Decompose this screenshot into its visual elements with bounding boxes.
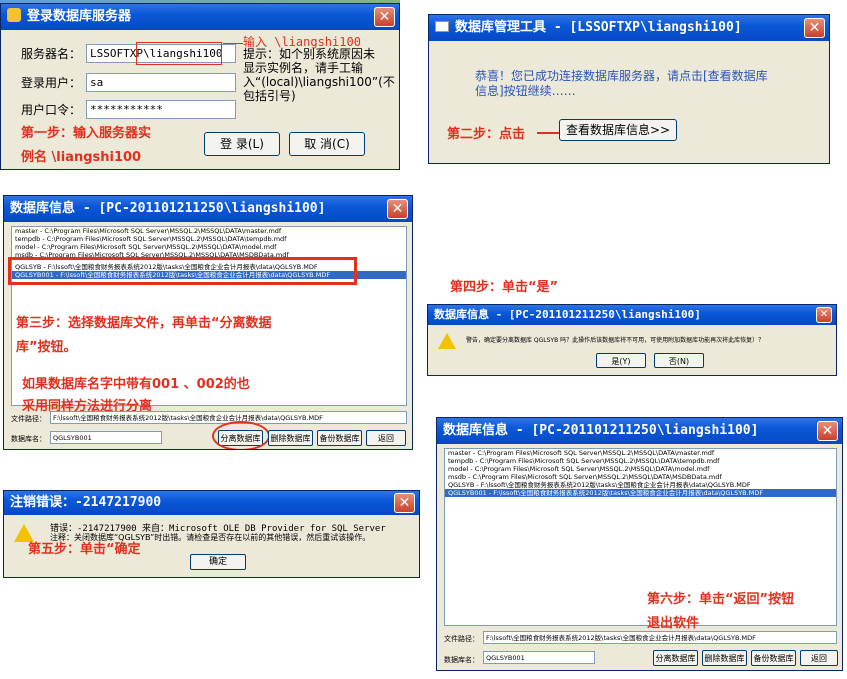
confirm-titlebar: 数据库信息 - [PC-201101211250\liangshi100] bbox=[428, 305, 836, 325]
list-item[interactable]: QGLSYB - F:\lssoft\全国粮食财务报表系统2012版\tasks… bbox=[445, 481, 836, 489]
login-titlebar: 登录数据库服务器 bbox=[1, 4, 399, 30]
ok-button[interactable]: 确定 bbox=[190, 554, 246, 570]
dbname-label: 数据库名： bbox=[11, 435, 46, 443]
confirm-message: 警告，确定要分离数据库 QGLSYB 吗？此操作后该数据库将不可用，可使用附加数… bbox=[466, 337, 765, 344]
dbname-field[interactable]: QGLSYB001 bbox=[483, 651, 595, 664]
window-icon bbox=[435, 21, 449, 32]
error-title: 注销错误：-2147217900 bbox=[10, 495, 162, 510]
login-button[interactable]: 登 录(L) bbox=[204, 132, 280, 156]
dbinfo-window: 数据库信息 - [PC-201101211250\liangshi100] ✕ … bbox=[3, 195, 413, 450]
back-button[interactable]: 返回 bbox=[366, 430, 406, 446]
dbinfo-title: 数据库信息 - [PC-201101211250\liangshi100] bbox=[10, 201, 326, 216]
app-logo-icon bbox=[7, 8, 21, 22]
cancel-button[interactable]: 取 消(C) bbox=[289, 132, 365, 156]
user-input[interactable]: sa bbox=[86, 73, 236, 92]
step2-text: 第二步：点击 bbox=[447, 127, 526, 142]
list-item[interactable]: tempdb - C:\Program Files\Microsoft SQL … bbox=[445, 457, 836, 465]
step6-line1: 第六步：单击“返回”按钮 bbox=[647, 592, 795, 607]
step5-text: 第五步：单击“确定 bbox=[28, 542, 141, 557]
confirm-title: 数据库信息 - [PC-201101211250\liangshi100] bbox=[434, 308, 701, 321]
step6-line2: 退出软件 bbox=[647, 616, 700, 631]
error-dialog: 注销错误：-2147217900 ✕ 错误：-2147217900 来自：Mic… bbox=[3, 490, 420, 578]
password-label: 用户口令： bbox=[21, 103, 82, 117]
close-icon[interactable]: ✕ bbox=[374, 7, 395, 27]
detach-db-button[interactable]: 分离数据库 bbox=[653, 650, 698, 666]
close-icon[interactable]: ✕ bbox=[804, 18, 825, 38]
warning-icon bbox=[438, 333, 456, 349]
step3-line2: 库”按钮。 bbox=[16, 340, 77, 355]
backup-db-button[interactable]: 备份数据库 bbox=[751, 650, 796, 666]
dbname-label: 数据库名： bbox=[444, 656, 479, 664]
tool-title: 数据库管理工具 - [LSSOFTXP\liangshi100] bbox=[455, 20, 742, 35]
note-line1: 如果数据库名字中带有001 、002的也 bbox=[22, 377, 250, 392]
error-titlebar: 注销错误：-2147217900 bbox=[4, 491, 419, 515]
backup-db-button[interactable]: 备份数据库 bbox=[317, 430, 362, 446]
server-input-highlight bbox=[136, 42, 222, 65]
password-input[interactable]: *********** bbox=[86, 100, 236, 119]
dbinfo2-titlebar: 数据库信息 - [PC-201101211250\liangshi100] bbox=[437, 418, 842, 444]
close-icon[interactable]: ✕ bbox=[387, 199, 408, 219]
path-label: 文件路径： bbox=[11, 415, 46, 423]
list-item[interactable]: model - C:\Program Files\Microsoft SQL S… bbox=[12, 243, 406, 251]
detach-circle bbox=[212, 421, 270, 449]
list-item[interactable]: master - C:\Program Files\Microsoft SQL … bbox=[445, 449, 836, 457]
dbname-field[interactable]: QGLSYB001 bbox=[50, 431, 162, 444]
list-item[interactable]: msdb - C:\Program Files\Microsoft SQL Se… bbox=[445, 473, 836, 481]
tool-window: 数据库管理工具 - [LSSOFTXP\liangshi100] ✕ 恭喜！您已… bbox=[428, 14, 830, 164]
step3-line1: 第三步：选择数据库文件，再单击“分离数据 bbox=[16, 316, 272, 331]
path-field[interactable]: F:\lssoft\全国粮食财务报表系统2012版\tasks\全国粮食企业会计… bbox=[483, 631, 837, 644]
user-label: 登录用户： bbox=[21, 76, 82, 90]
step1-line2: 例名 \liangshi100 bbox=[21, 150, 142, 165]
selection-highlight-box bbox=[8, 257, 357, 285]
login-dialog: 登录数据库服务器 ✕ 服务器名： LSSOFTXP\liangshi100 登录… bbox=[0, 3, 400, 170]
close-icon[interactable]: ✕ bbox=[394, 493, 415, 513]
list-item[interactable]: model - C:\Program Files\Microsoft SQL S… bbox=[445, 465, 836, 473]
delete-db-button[interactable]: 删除数据库 bbox=[702, 650, 747, 666]
path-label: 文件路径： bbox=[444, 635, 479, 643]
login-title: 登录数据库服务器 bbox=[27, 9, 132, 24]
yes-button[interactable]: 是(Y) bbox=[596, 353, 646, 368]
view-db-info-button[interactable]: 查看数据库信息>> bbox=[559, 119, 677, 141]
tool-message: 恭喜！您已成功连接数据库服务器，请点击[查看数据库信息]按钮继续…… bbox=[475, 69, 768, 98]
dbinfo2-title: 数据库信息 - [PC-201101211250\liangshi100] bbox=[443, 423, 759, 438]
no-button[interactable]: 否(N) bbox=[654, 353, 704, 368]
confirm-dialog: 数据库信息 - [PC-201101211250\liangshi100] ✕ … bbox=[427, 304, 837, 376]
list-item-selected[interactable]: QGLSYB001 - F:\lssoft\全国粮食财务报表系统2012版\ta… bbox=[445, 489, 836, 497]
close-icon[interactable]: ✕ bbox=[817, 421, 838, 441]
step1-line1: 第一步：输入服务器实 bbox=[21, 126, 152, 141]
dbinfo-titlebar: 数据库信息 - [PC-201101211250\liangshi100] bbox=[4, 196, 412, 222]
step4-text: 第四步：单击“是” bbox=[450, 280, 559, 295]
login-hint: 提示：如个别系统原因未显示实例名，请手工输入“(local)\liangshi1… bbox=[243, 47, 395, 103]
dbinfo2-window: 数据库信息 - [PC-201101211250\liangshi100] ✕ … bbox=[436, 417, 843, 671]
annot-arrow bbox=[223, 43, 243, 44]
back-button[interactable]: 返回 bbox=[800, 650, 838, 666]
server-label: 服务器名： bbox=[21, 47, 82, 61]
tool-titlebar: 数据库管理工具 - [LSSOFTXP\liangshi100] bbox=[429, 15, 829, 41]
list-item[interactable]: master - C:\Program Files\Microsoft SQL … bbox=[12, 227, 406, 235]
list-item[interactable]: tempdb - C:\Program Files\Microsoft SQL … bbox=[12, 235, 406, 243]
delete-db-button[interactable]: 删除数据库 bbox=[268, 430, 313, 446]
close-icon[interactable]: ✕ bbox=[816, 307, 832, 323]
